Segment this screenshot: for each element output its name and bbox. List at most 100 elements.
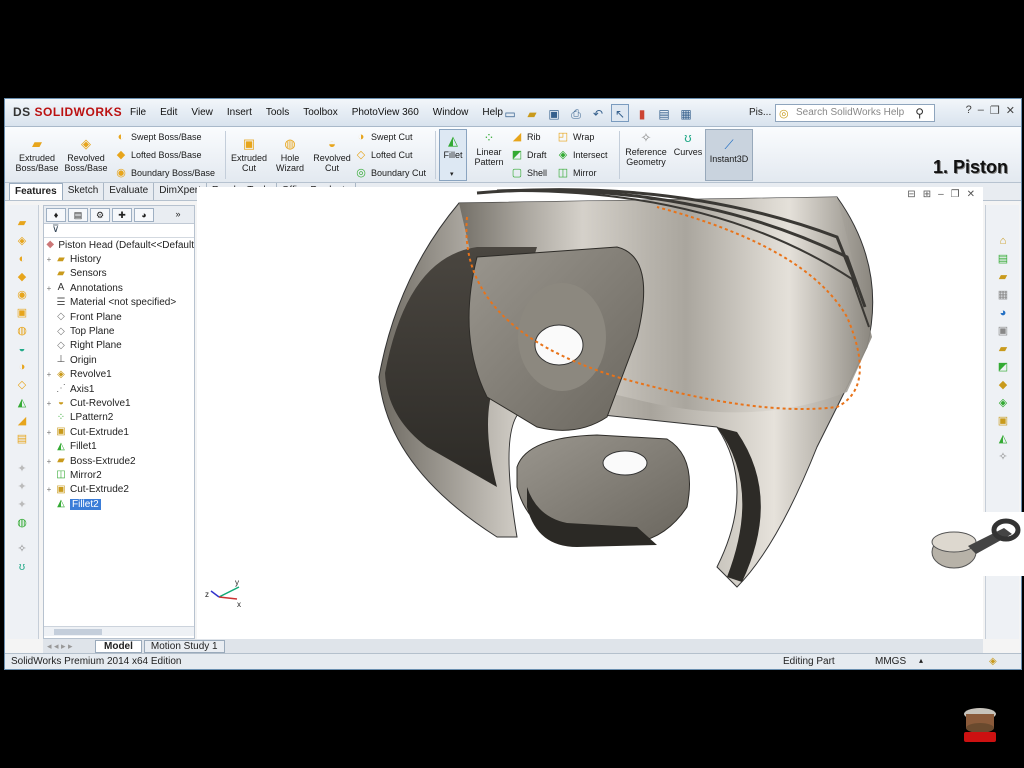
menu-photoview[interactable]: PhotoView 360 — [345, 107, 426, 118]
feature-tool-icon[interactable]: ✧ — [996, 451, 1010, 463]
tree-item[interactable]: ◇ Right Plane — [44, 339, 194, 353]
feature-tool-icon[interactable]: ◭ — [996, 433, 1010, 445]
fillet-dropdown-icon[interactable]: ▾ — [450, 170, 454, 178]
tab-motion-study[interactable]: Motion Study 1 — [143, 639, 225, 653]
tree-item[interactable]: ▰ Sensors — [44, 267, 194, 281]
rib-tool-icon[interactable]: ▤ — [15, 433, 29, 445]
linear-pattern-button[interactable]: ⁘ Linear Pattern — [471, 131, 507, 168]
menu-view[interactable]: View — [184, 107, 220, 118]
hole-icon[interactable]: ◍ — [15, 325, 29, 337]
tree-item[interactable]: ◭ Fillet2 — [44, 497, 194, 511]
tree-item[interactable]: + ▣ Cut-Extrude2 — [44, 483, 194, 497]
instant3d-button[interactable]: ⟋ Instant3D — [705, 129, 753, 181]
curves-button[interactable]: ʊ Curves — [673, 131, 703, 158]
tree-root-part[interactable]: ◆ Piston Head (Default<<Default — [44, 238, 194, 252]
feature-tool-icon[interactable]: ▣ — [996, 415, 1010, 427]
revolved-boss-button[interactable]: ◈ Revolved Boss/Base — [63, 137, 109, 174]
tree-item[interactable]: ◫ Mirror2 — [44, 468, 194, 482]
viewport-minimize-icon[interactable]: – — [938, 189, 944, 200]
boundary-cut-button[interactable]: ◎ Boundary Cut — [355, 165, 426, 181]
tree-item[interactable]: ⁘ LPattern2 — [44, 411, 194, 425]
status-units[interactable]: MMGS — [875, 656, 906, 667]
fillet-tool-icon[interactable]: ◭ — [15, 397, 29, 409]
select-pointer-icon[interactable]: ↖ — [611, 104, 629, 122]
expand-toggle-icon[interactable]: + — [44, 457, 54, 466]
property-manager-tab-icon[interactable]: ▤ — [68, 208, 88, 222]
tree-item[interactable]: + ◈ Revolve1 — [44, 368, 194, 382]
custom-properties-icon[interactable]: ▣ — [996, 325, 1010, 337]
expand-panel-icon[interactable]: » — [168, 208, 188, 222]
boundary-icon[interactable]: ◉ — [15, 289, 29, 301]
piston-model[interactable]: z y x — [197, 187, 983, 639]
tree-item[interactable]: + ▰ History — [44, 252, 194, 266]
shell-button[interactable]: ▢ Shell — [511, 165, 547, 181]
tab-features[interactable]: Features — [9, 183, 63, 200]
restore-icon[interactable]: ❐ — [990, 104, 1000, 117]
new-document-icon[interactable]: ▭ — [501, 104, 519, 122]
lofted-cut-button[interactable]: ◇ Lofted Cut — [355, 147, 413, 163]
hole-wizard-button[interactable]: ◍ Hole Wizard — [271, 137, 309, 174]
expand-toggle-icon[interactable]: + — [44, 399, 54, 408]
sweep-icon[interactable]: ◐ — [15, 253, 29, 265]
feature-manager-tab-icon[interactable]: ♦ — [46, 208, 66, 222]
dimxpert-manager-tab-icon[interactable]: ✚ — [112, 208, 132, 222]
search-icon[interactable]: ⚲ — [915, 105, 924, 121]
tab-sketch[interactable]: Sketch — [63, 183, 105, 200]
curves-tool-icon[interactable]: ʊ — [15, 561, 29, 573]
print-icon[interactable]: ⎙ — [567, 104, 585, 122]
save-icon[interactable]: ▣ — [545, 104, 563, 122]
draft-button[interactable]: ◩ Draft — [511, 147, 547, 163]
expand-toggle-icon[interactable]: + — [44, 428, 54, 437]
tree-horizontal-scrollbar[interactable] — [44, 626, 194, 636]
intersect-button[interactable]: ◈ Intersect — [557, 147, 608, 163]
tree-item[interactable]: + ▰ Boss-Extrude2 — [44, 454, 194, 468]
lofted-boss-button[interactable]: ◆ Lofted Boss/Base — [115, 147, 202, 163]
tag-icon[interactable]: ◈ — [989, 656, 997, 667]
tree-item[interactable]: ◭ Fillet1 — [44, 439, 194, 453]
boundary-boss-button[interactable]: ◉ Boundary Boss/Base — [115, 165, 215, 181]
toolbox-icon[interactable]: ▰ — [996, 343, 1010, 355]
extruded-boss-button[interactable]: ▰ Extruded Boss/Base — [13, 137, 61, 174]
viewport-close-icon[interactable]: ✕ — [967, 189, 975, 200]
close-icon[interactable]: ✕ — [1006, 104, 1015, 117]
sweep-cut-icon[interactable]: ◑ — [15, 361, 29, 373]
revolved-cut-button[interactable]: ◒ Revolved Cut — [311, 137, 353, 174]
expand-toggle-icon[interactable]: + — [44, 485, 54, 494]
rib-button[interactable]: ◢ Rib — [511, 129, 541, 145]
help-question-icon[interactable]: ? — [966, 104, 972, 117]
extruded-cut-button[interactable]: ▣ Extruded Cut — [229, 137, 269, 174]
menu-tools[interactable]: Tools — [259, 107, 296, 118]
configuration-manager-tab-icon[interactable]: ⚙ — [90, 208, 110, 222]
loft-icon[interactable]: ◆ — [15, 271, 29, 283]
extrude-icon[interactable]: ▰ — [15, 217, 29, 229]
expand-toggle-icon[interactable]: + — [44, 284, 54, 293]
chamfer-icon[interactable]: ◢ — [15, 415, 29, 427]
menu-insert[interactable]: Insert — [220, 107, 259, 118]
cut-revolve-icon[interactable]: ◒ — [15, 343, 29, 355]
display-manager-tab-icon[interactable]: ◕ — [134, 208, 154, 222]
tree-item[interactable]: ◇ Front Plane — [44, 310, 194, 324]
tile-view-icon[interactable]: ⊞ — [923, 189, 931, 200]
tree-filter-icon[interactable]: ⊽ — [44, 224, 194, 238]
swept-cut-button[interactable]: ◑ Swept Cut — [355, 129, 413, 145]
tree-item[interactable]: + ◒ Cut-Revolve1 — [44, 396, 194, 410]
menu-file[interactable]: File — [123, 107, 153, 118]
feature-tool-icon[interactable]: ◆ — [996, 379, 1010, 391]
tree-item[interactable]: + ▣ Cut-Extrude1 — [44, 425, 194, 439]
graphics-area[interactable]: ⊟ ⊞ – ❐ ✕ z y x — [197, 187, 983, 639]
mirror-button[interactable]: ◫ Mirror — [557, 165, 597, 181]
fillet-button[interactable]: ◭ Fillet ▾ — [439, 129, 467, 181]
view-palette-icon[interactable]: ▦ — [996, 289, 1010, 301]
tree-scroll-thumb[interactable] — [54, 629, 102, 635]
viewport-restore-icon[interactable]: ❐ — [951, 189, 960, 200]
tree-item[interactable]: ⋰ Axis1 — [44, 382, 194, 396]
expand-toggle-icon[interactable]: + — [44, 370, 54, 379]
menu-toolbox[interactable]: Toolbox — [296, 107, 344, 118]
reference-geometry-button[interactable]: ✧ Reference Geometry — [623, 131, 669, 168]
menu-window[interactable]: Window — [426, 107, 476, 118]
file-properties-icon[interactable]: ▤ — [655, 104, 673, 122]
tab-nav-arrows[interactable]: ◂ ◂ ▸ ▸ — [43, 641, 95, 652]
tab-evaluate[interactable]: Evaluate — [104, 183, 155, 200]
expand-toggle-icon[interactable]: + — [44, 255, 54, 264]
options-icon[interactable]: ▦ — [677, 104, 695, 122]
